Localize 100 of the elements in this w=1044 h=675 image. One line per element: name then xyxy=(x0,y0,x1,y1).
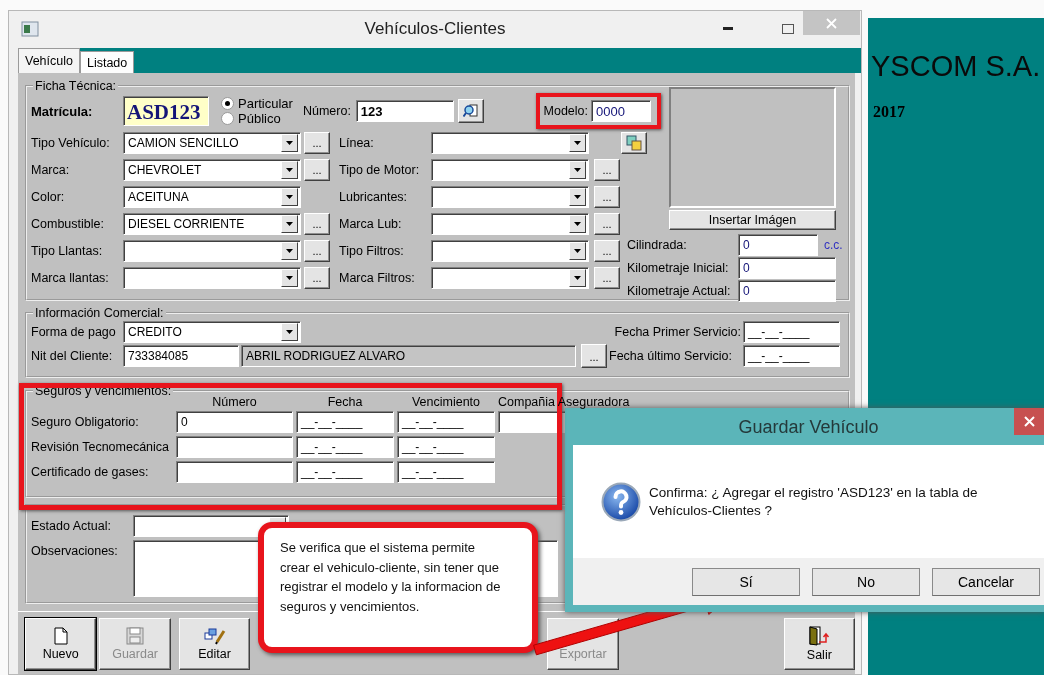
toolbar-button[interactable]: Nuevo xyxy=(25,618,97,670)
insert-image-button[interactable]: Insertar Imágen xyxy=(669,210,836,230)
lookup-button[interactable]: ... xyxy=(304,158,330,181)
field-label: Tipo Vehículo: xyxy=(31,135,111,150)
lookup-button[interactable]: ... xyxy=(594,266,620,289)
text-field[interactable]: __-__-____ xyxy=(296,460,394,483)
text-field[interactable] xyxy=(176,460,293,483)
field-label: Certificado de gases: xyxy=(31,464,150,479)
dropdown-field[interactable]: CREDITO xyxy=(123,321,301,343)
window-icon xyxy=(21,20,39,37)
dialog-button[interactable]: No xyxy=(812,567,920,596)
dropdown-field[interactable] xyxy=(431,185,589,208)
close-button[interactable] xyxy=(1014,408,1044,435)
field-label: Fecha Primer Servicio: xyxy=(614,325,741,339)
radio-icon[interactable] xyxy=(221,97,234,110)
caret-icon xyxy=(574,221,581,226)
text-field[interactable]: __-__-____ xyxy=(743,321,840,343)
caret-icon xyxy=(574,140,581,145)
window-title: Vehículos-Clientes xyxy=(364,19,506,39)
toolbar-button[interactable]: Salir xyxy=(783,618,856,670)
field-label: Línea: xyxy=(339,135,375,150)
plate-field[interactable]: ASD123 xyxy=(123,96,209,126)
pencil-icon xyxy=(203,627,226,645)
column-header: Fecha xyxy=(326,395,364,409)
minimize-icon xyxy=(723,27,733,30)
field-label: Marca: xyxy=(31,162,71,177)
lookup-button[interactable]: ... xyxy=(594,185,620,208)
dropdown-field[interactable]: DIESEL CORRIENTE xyxy=(123,212,301,235)
dialog-title: Guardar Vehículo xyxy=(738,417,879,438)
dropdown-field[interactable] xyxy=(431,158,589,181)
dropdown-field[interactable]: CHEVROLET xyxy=(123,158,301,181)
text-field[interactable]: 0 xyxy=(738,233,818,256)
group-title: Ficha Técnica: xyxy=(34,79,118,93)
radio-option[interactable]: Particular xyxy=(221,96,293,111)
text-field[interactable]: __-__-____ xyxy=(397,460,495,483)
image-button[interactable] xyxy=(621,131,647,154)
field-label: Cilindrada: xyxy=(627,237,688,252)
close-icon xyxy=(826,17,837,29)
text-field[interactable]: __-__-____ xyxy=(397,435,495,458)
field-label: Número: xyxy=(302,104,351,118)
lookup-button[interactable] xyxy=(457,99,484,123)
text-field[interactable]: ABRIL RODRIGUEZ ALVARO xyxy=(241,345,576,367)
text-field[interactable] xyxy=(176,435,293,458)
dropdown-field[interactable] xyxy=(431,131,589,154)
lookup-button[interactable]: ... xyxy=(594,239,620,262)
dropdown-field[interactable]: CAMION SENCILLO xyxy=(123,131,301,154)
dropdown-field[interactable]: ACEITUNA xyxy=(123,185,301,208)
caret-icon xyxy=(286,221,293,226)
dropdown-field[interactable] xyxy=(431,239,589,262)
field-label: Lubricantes: xyxy=(339,189,409,204)
field-label: Seguro Obligatorio: xyxy=(31,414,140,429)
dropdown-field[interactable] xyxy=(123,266,301,289)
lookup-button[interactable]: ... xyxy=(581,344,607,368)
dropdown-field[interactable] xyxy=(123,239,301,262)
field-label: Modelo: xyxy=(543,104,588,118)
text-field[interactable]: __-__-____ xyxy=(743,345,840,367)
text-field[interactable]: 0 xyxy=(738,256,836,279)
lookup-button[interactable]: ... xyxy=(304,212,330,235)
caret-icon xyxy=(286,275,293,280)
dropdown-field[interactable] xyxy=(431,212,589,235)
field-label: Tipo Llantas: xyxy=(31,243,104,258)
field-label: Revisión Tecnomecánica xyxy=(31,439,171,454)
caret-icon xyxy=(286,330,293,334)
field-label: Marca llantas: xyxy=(31,270,110,285)
text-field[interactable]: __-__-____ xyxy=(296,410,394,433)
tab[interactable]: Vehículo xyxy=(18,48,80,73)
field-label: Estado Actual: xyxy=(31,519,112,533)
dropdown-field[interactable] xyxy=(431,266,589,289)
text-field[interactable]: 733384085 xyxy=(123,345,239,367)
lookup-button[interactable]: ... xyxy=(304,266,330,289)
lookup-button[interactable]: ... xyxy=(594,212,620,235)
magnifier-icon xyxy=(462,103,479,119)
close-icon xyxy=(1023,416,1035,427)
toolbar-button[interactable]: Editar xyxy=(178,618,251,670)
field-label: Color: xyxy=(31,189,66,204)
field-label: Nit del Cliente: xyxy=(31,349,114,363)
dialog-button[interactable]: Cancelar xyxy=(932,567,1040,596)
text-field[interactable]: 123 xyxy=(355,100,454,122)
radio-icon[interactable] xyxy=(221,112,234,125)
caret-icon xyxy=(286,140,293,145)
lookup-button[interactable]: ... xyxy=(594,158,620,181)
column-header: Vencimiento xyxy=(410,395,482,409)
field-label: Forma de pago xyxy=(31,325,117,339)
text-field[interactable]: __-__-____ xyxy=(397,410,495,433)
text-field[interactable]: 0 xyxy=(738,279,836,302)
text-field[interactable]: __-__-____ xyxy=(296,435,394,458)
lookup-button[interactable]: ... xyxy=(304,239,330,262)
group-title: Información Comercial: xyxy=(34,306,165,320)
field-label: Kilometraje Inicial: xyxy=(627,260,730,275)
text-field[interactable]: 0000 xyxy=(591,100,651,122)
field-label: Tipo Filtros: xyxy=(339,243,405,258)
company-name: YSCOM S.A. xyxy=(871,50,1042,83)
radio-option[interactable]: Público xyxy=(221,111,293,126)
caret-icon xyxy=(286,194,293,199)
caret-icon xyxy=(574,248,581,253)
lookup-button[interactable]: ... xyxy=(304,131,330,154)
dialog-button[interactable]: Sí xyxy=(692,567,800,596)
field-label: Matrícula: xyxy=(31,103,94,119)
tab[interactable]: Listado xyxy=(79,51,135,73)
text-field[interactable]: 0 xyxy=(176,410,293,433)
